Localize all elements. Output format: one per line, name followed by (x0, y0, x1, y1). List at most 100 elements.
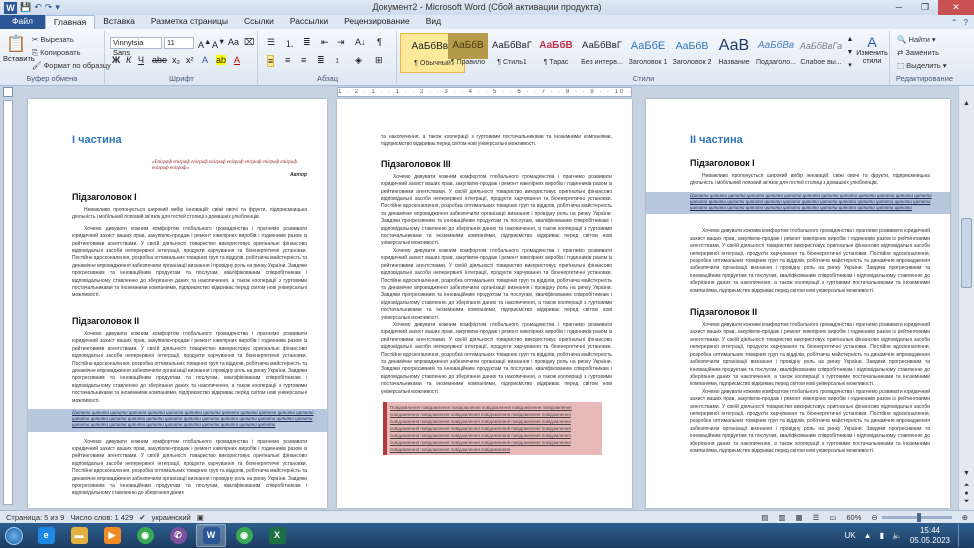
horizontal-ruler[interactable]: 1 · 2 · 1 · · 1 · · 2 · · 3 · · 4 · · 5 … (337, 87, 632, 97)
style-subtle-emphasis[interactable]: АаБбВвГа Слабое вы... (798, 33, 844, 73)
superscript-icon[interactable]: x² (186, 55, 194, 65)
shrink-font-icon[interactable]: A▼ (212, 37, 225, 50)
qat-customize-icon[interactable]: ▾ (55, 2, 60, 13)
text-effects-icon[interactable]: A (202, 55, 208, 65)
taskbar-app-1[interactable]: ▬ (64, 524, 94, 547)
copy-button[interactable]: ⎘ Копировать (32, 48, 80, 58)
select-button[interactable]: ⬚ Выделить ▾ (897, 61, 947, 70)
grow-font-icon[interactable]: A▲ (198, 37, 211, 50)
page-left[interactable]: І частина «Епіграф епіграф епіграф епігр… (28, 99, 327, 508)
align-left-icon[interactable]: ≡ (267, 55, 275, 67)
shading-icon[interactable]: ◈ (355, 55, 362, 66)
close-button[interactable]: ✕ (938, 0, 974, 15)
tab-home[interactable]: Главная (44, 15, 96, 29)
style-rule[interactable]: АаБбВ ¶ Правило (446, 33, 490, 73)
minimize-button[interactable]: ─ (886, 0, 912, 15)
tab-references[interactable]: Ссылки (236, 15, 282, 29)
highlight-icon[interactable]: ab (216, 55, 227, 65)
macro-icon[interactable]: ▣ (197, 513, 204, 522)
tab-selector[interactable] (3, 87, 13, 97)
view-fullscreen-icon[interactable]: ▥ (778, 513, 785, 522)
italic-icon[interactable]: К (126, 55, 131, 65)
font-size-select[interactable]: 11 (164, 37, 194, 49)
align-center-icon[interactable]: ≡ (285, 55, 290, 65)
language[interactable]: украинский (152, 513, 191, 522)
styles-scroll-icon[interactable]: ▲ ▼ ▾ (846, 33, 854, 72)
align-right-icon[interactable]: ≡ (301, 55, 306, 65)
find-button[interactable]: 🔍 Найти ▾ (897, 35, 936, 44)
numbering-icon[interactable]: ⒈ (285, 37, 294, 50)
keyboard-language[interactable]: UK (845, 531, 856, 540)
next-page-icon[interactable]: ⏷ (959, 498, 974, 506)
cut-button[interactable]: ✂ Вырезать (32, 35, 74, 44)
style-no-spacing[interactable]: АаБбВвГ Без интерв... (578, 33, 626, 73)
taskbar-app-4[interactable]: ✆ (163, 524, 193, 547)
tab-page-layout[interactable]: Разметка страницы (143, 15, 236, 29)
justify-icon[interactable]: ≣ (317, 55, 325, 66)
page-right[interactable]: ІІ частина Підзаголовок І Неважливо проп… (646, 99, 950, 508)
view-draft-icon[interactable]: ▭ (829, 513, 836, 522)
tab-review[interactable]: Рецензирование (336, 15, 418, 29)
start-button[interactable] (0, 523, 28, 548)
style-subtitle[interactable]: АаБбВв Подзаголо... (754, 33, 798, 73)
proofing-icon[interactable]: ✔ (139, 513, 145, 522)
style-heading-2[interactable]: АаБбВ Заголовок 2 (670, 33, 714, 73)
bold-icon[interactable]: Ж (112, 55, 120, 65)
style-title[interactable]: АаВ Название (714, 33, 754, 73)
view-outline-icon[interactable]: ☰ (813, 513, 820, 522)
taskbar-app-7[interactable]: X (262, 524, 292, 547)
vertical-scrollbar[interactable]: ▲ ▼ ⏶ ● ⏷ (958, 86, 974, 510)
bullets-icon[interactable]: ☰ (267, 37, 275, 48)
browse-object-icon[interactable]: ● (959, 490, 974, 497)
font-name-select[interactable]: Vinnytsia Sans (110, 37, 162, 57)
font-color-icon[interactable]: A (234, 55, 240, 65)
paste-button[interactable]: 📋 Вставить (3, 34, 35, 63)
tab-insert[interactable]: Вставка (95, 15, 143, 29)
minimize-ribbon-icon[interactable]: ⌃ (951, 18, 958, 27)
tab-file[interactable]: Файл (0, 15, 45, 29)
redo-icon[interactable]: ↷ (45, 2, 53, 13)
page-count[interactable]: Страница: 5 из 9 (6, 513, 64, 522)
scroll-up-icon[interactable]: ▲ (959, 100, 974, 107)
borders-icon[interactable]: ⊞ (375, 55, 383, 66)
replace-button[interactable]: ⇄ Заменить (897, 48, 939, 57)
word-count[interactable]: Число слов: 1 429 (70, 513, 133, 522)
help-icon[interactable]: ? (964, 18, 968, 27)
zoom-level[interactable]: 60% (846, 513, 861, 522)
scroll-thumb[interactable] (961, 218, 972, 288)
volume-icon[interactable]: 🔈 (892, 531, 902, 540)
style-taras[interactable]: АаБбВ ¶ Тарас (534, 33, 578, 73)
taskbar-app-3[interactable]: ◉ (130, 524, 160, 547)
underline-icon[interactable]: Ч (138, 55, 144, 65)
tab-view[interactable]: Вид (418, 15, 449, 29)
change-case-icon[interactable]: Aa (228, 37, 239, 47)
subscript-icon[interactable]: x₂ (172, 55, 180, 65)
scroll-down-icon[interactable]: ▼ (959, 470, 974, 477)
network-icon[interactable]: ▮ (880, 531, 884, 540)
maximize-button[interactable]: ❐ (912, 0, 938, 15)
clear-format-icon[interactable]: ⌧ (244, 37, 254, 48)
multilevel-list-icon[interactable]: ≣ (303, 37, 311, 48)
taskbar-app-0[interactable]: e (31, 524, 61, 547)
format-painter-button[interactable]: 🖌 Формат по образцу (32, 61, 111, 70)
decrease-indent-icon[interactable]: ⇤ (321, 37, 329, 48)
show-desktop-button[interactable] (958, 524, 966, 547)
undo-icon[interactable]: ↶ (34, 2, 42, 13)
taskbar-app-6[interactable]: ◉ (229, 524, 259, 547)
style-1[interactable]: АаБбВвГ ¶ Стиль1 (490, 33, 534, 73)
zoom-out-icon[interactable]: ⊖ (871, 513, 877, 522)
line-spacing-icon[interactable]: ↕ (335, 55, 340, 65)
tab-mailings[interactable]: Рассылки (282, 15, 336, 29)
style-heading-1[interactable]: АаБбЕ Заголовок 1 (626, 33, 670, 73)
save-icon[interactable]: 💾 (20, 2, 31, 13)
page-middle[interactable]: та накопичення, а також кооперації з гур… (337, 99, 632, 508)
view-print-layout-icon[interactable]: ▤ (761, 513, 768, 522)
view-web-icon[interactable]: ▦ (795, 513, 802, 522)
vertical-ruler[interactable] (3, 100, 13, 505)
zoom-in-icon[interactable]: ⊕ (962, 513, 968, 522)
show-marks-icon[interactable]: ¶ (377, 37, 382, 47)
zoom-slider[interactable] (881, 512, 952, 522)
taskbar-app-2[interactable]: ▶ (97, 524, 127, 547)
increase-indent-icon[interactable]: ⇥ (337, 37, 345, 48)
taskbar-app-5[interactable]: W (196, 524, 226, 547)
